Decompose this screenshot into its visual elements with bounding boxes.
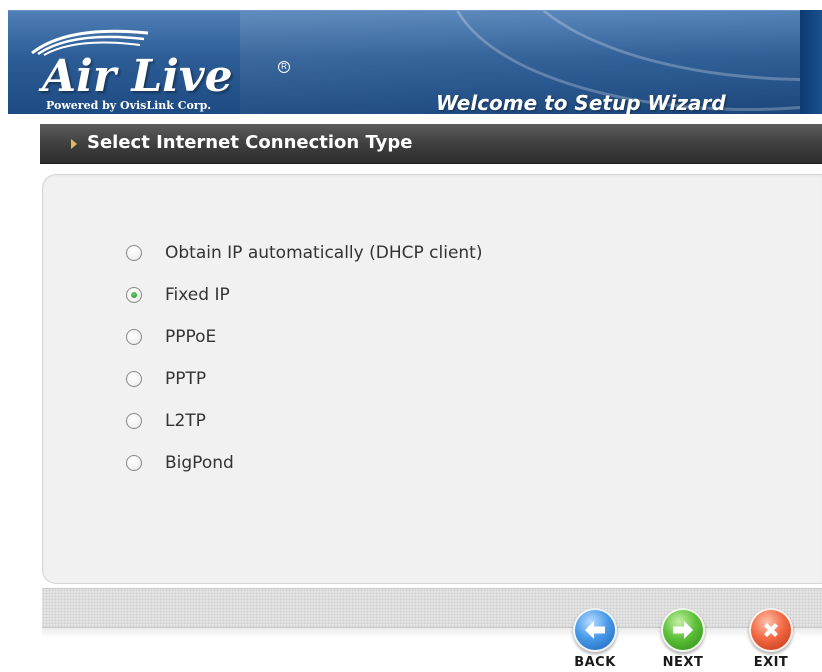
arrow-right-icon[interactable] [661, 608, 705, 652]
next-button[interactable]: NEXT [658, 608, 708, 670]
exit-button[interactable]: EXIT [746, 608, 796, 670]
header-banner: Air Live R Powered by OvisLink Corp. Wel… [8, 10, 800, 114]
logo: Air Live [42, 51, 233, 102]
logo-tagline: Powered by OvisLink Corp. [46, 99, 212, 112]
radio-l2tp[interactable] [126, 413, 142, 429]
radio-pppoe[interactable] [126, 329, 142, 345]
option-pppoe[interactable]: PPPoE [126, 326, 216, 348]
option-label: Fixed IP [165, 285, 230, 305]
section-title: Select Internet Connection Type [87, 132, 413, 153]
option-dhcp[interactable]: Obtain IP automatically (DHCP client) [126, 242, 482, 264]
close-icon[interactable] [749, 608, 793, 652]
radio-pptp[interactable] [126, 371, 142, 387]
exit-label: EXIT [753, 655, 789, 670]
wizard-title: Welcome to Setup Wizard [436, 91, 726, 114]
option-label: PPTP [165, 369, 207, 389]
radio-bigpond[interactable] [126, 455, 142, 471]
section-title-bar: Select Internet Connection Type [40, 124, 822, 164]
option-fixed-ip[interactable]: Fixed IP [126, 284, 230, 306]
radio-fixed-ip[interactable] [126, 287, 142, 303]
option-bigpond[interactable]: BigPond [126, 452, 234, 474]
registered-mark-icon: R [278, 61, 290, 73]
option-label: L2TP [165, 411, 206, 431]
banner-edge [800, 10, 822, 114]
back-label: BACK [574, 655, 616, 670]
next-label: NEXT [662, 655, 704, 670]
option-label: PPPoE [165, 327, 217, 347]
radio-dhcp[interactable] [126, 245, 142, 261]
option-l2tp[interactable]: L2TP [126, 410, 206, 432]
back-button[interactable]: BACK [570, 608, 620, 670]
option-label: BigPond [165, 453, 234, 473]
arrow-left-icon[interactable] [573, 608, 617, 652]
triangle-right-icon [71, 139, 77, 149]
option-label: Obtain IP automatically (DHCP client) [165, 243, 483, 263]
option-pptp[interactable]: PPTP [126, 368, 206, 390]
